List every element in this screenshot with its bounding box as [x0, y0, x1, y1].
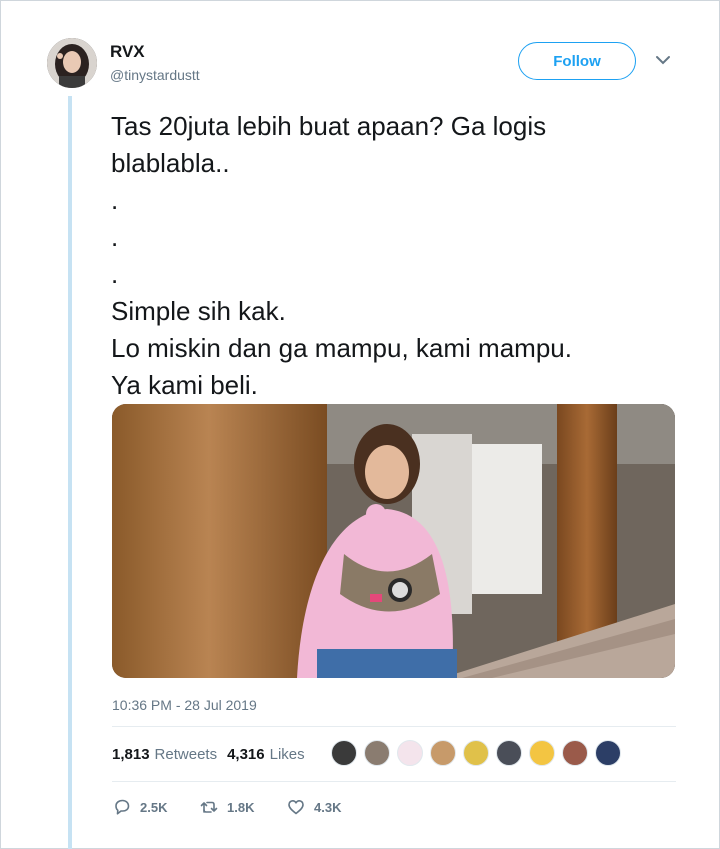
like-count: 4.3K: [314, 799, 342, 815]
divider: [112, 726, 676, 727]
liker-avatar[interactable]: [463, 740, 489, 766]
likers-avatars: [331, 740, 628, 766]
tweet-line: .: [111, 259, 119, 289]
retweet-count: 1.8K: [227, 799, 255, 815]
tweet-line: .: [111, 222, 119, 252]
liker-avatar[interactable]: [364, 740, 390, 766]
follow-button[interactable]: Follow: [518, 42, 636, 80]
liker-avatar[interactable]: [562, 740, 588, 766]
tweet-line: Ya kami beli.: [111, 370, 258, 400]
tweet-line: blablabla..: [111, 148, 230, 178]
avatar[interactable]: [47, 38, 97, 88]
retweet-icon: [200, 801, 218, 813]
tweet-line: Simple sih kak.: [111, 296, 286, 326]
retweet-button[interactable]: 1.8K: [199, 797, 286, 817]
tweet-timestamp[interactable]: 10:36 PM - 28 Jul 2019: [112, 697, 257, 713]
liker-avatar[interactable]: [397, 740, 423, 766]
tweet-text: Tas 20juta lebih buat apaan? Ga logis bl…: [111, 108, 681, 404]
reply-button[interactable]: 2.5K: [112, 797, 199, 817]
engagement-stats: 1,813 Retweets 4,316 Likes: [112, 746, 305, 763]
divider: [112, 781, 676, 782]
heart-icon: [288, 800, 304, 815]
likes-label: Likes: [269, 746, 305, 763]
like-button[interactable]: 4.3K: [286, 797, 373, 817]
tweet-line: Tas 20juta lebih buat apaan? Ga logis: [111, 111, 547, 141]
tweet-actions: 2.5K 1.8K 4.3K: [112, 797, 373, 817]
liker-avatar[interactable]: [529, 740, 555, 766]
reply-icon: [115, 799, 130, 815]
likes-count: 4,316: [227, 746, 265, 763]
display-name[interactable]: RVX: [110, 42, 145, 62]
chevron-down-icon[interactable]: [655, 54, 671, 66]
liker-avatar[interactable]: [430, 740, 456, 766]
tweet-photo[interactable]: [112, 404, 675, 678]
thread-line: [68, 96, 72, 849]
tweet-line: Lo miskin dan ga mampu, kami mampu.: [111, 333, 572, 363]
retweets-label: Retweets: [154, 746, 218, 763]
liker-avatar[interactable]: [331, 740, 357, 766]
tweet-line: .: [111, 185, 119, 215]
liker-avatar[interactable]: [496, 740, 522, 766]
likes-stat[interactable]: 4,316 Likes: [227, 746, 305, 763]
retweets-count: 1,813: [112, 746, 150, 763]
liker-avatar[interactable]: [595, 740, 621, 766]
reply-count: 2.5K: [140, 799, 168, 815]
user-handle[interactable]: @tinystardustt: [110, 67, 200, 83]
retweets-stat[interactable]: 1,813 Retweets: [112, 746, 217, 763]
